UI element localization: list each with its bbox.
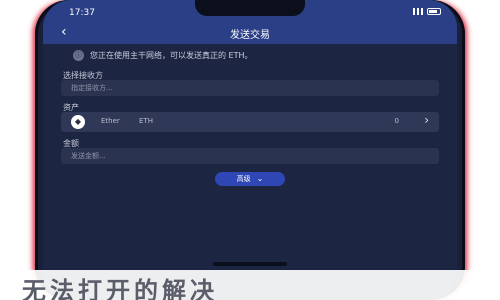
phone-frame: 17:37 ‹ 发送交易 ⓘ 您正在使用主干网络，可以发送真正的 ETH。 选择… (35, 0, 465, 300)
page-title: 发送交易 (230, 30, 270, 41)
asset-balance: 0 (394, 117, 399, 125)
caption-band: 无法打开的解决 (0, 270, 500, 300)
caption-text: 无法打开的解决 (22, 276, 218, 300)
status-icons (413, 8, 441, 15)
advanced-label: 高级 (236, 175, 251, 183)
battery-icon (427, 8, 441, 15)
asset-code: ETH (139, 117, 153, 125)
asset-selector[interactable]: ◆ Ether ETH 0 › (61, 112, 439, 132)
advanced-button[interactable]: 高级 ⌄ (215, 172, 285, 186)
eth-icon: ◆ (71, 115, 85, 129)
chevron-down-icon: ⌄ (256, 174, 264, 183)
status-time: 17:37 (69, 8, 95, 18)
recipient-input[interactable]: 指定接收方... (61, 80, 439, 96)
amount-input[interactable]: 发送金额... (61, 148, 439, 164)
phone-screen: 17:37 ‹ 发送交易 ⓘ 您正在使用主干网络，可以发送真正的 ETH。 选择… (43, 0, 457, 300)
network-notice: ⓘ 您正在使用主干网络，可以发送真正的 ETH。 (69, 46, 431, 64)
notice-text: 您正在使用主干网络，可以发送真正的 ETH。 (90, 50, 253, 60)
chevron-right-icon[interactable]: › (424, 113, 429, 127)
home-indicator (213, 262, 287, 266)
page-frame: 17:37 ‹ 发送交易 ⓘ 您正在使用主干网络，可以发送真正的 ETH。 选择… (0, 0, 500, 300)
asset-name: Ether (101, 117, 120, 125)
signal-icon (413, 8, 423, 15)
phone-notch (195, 0, 305, 16)
info-icon: ⓘ (73, 49, 84, 61)
nav-bar: ‹ 发送交易 (43, 22, 457, 44)
